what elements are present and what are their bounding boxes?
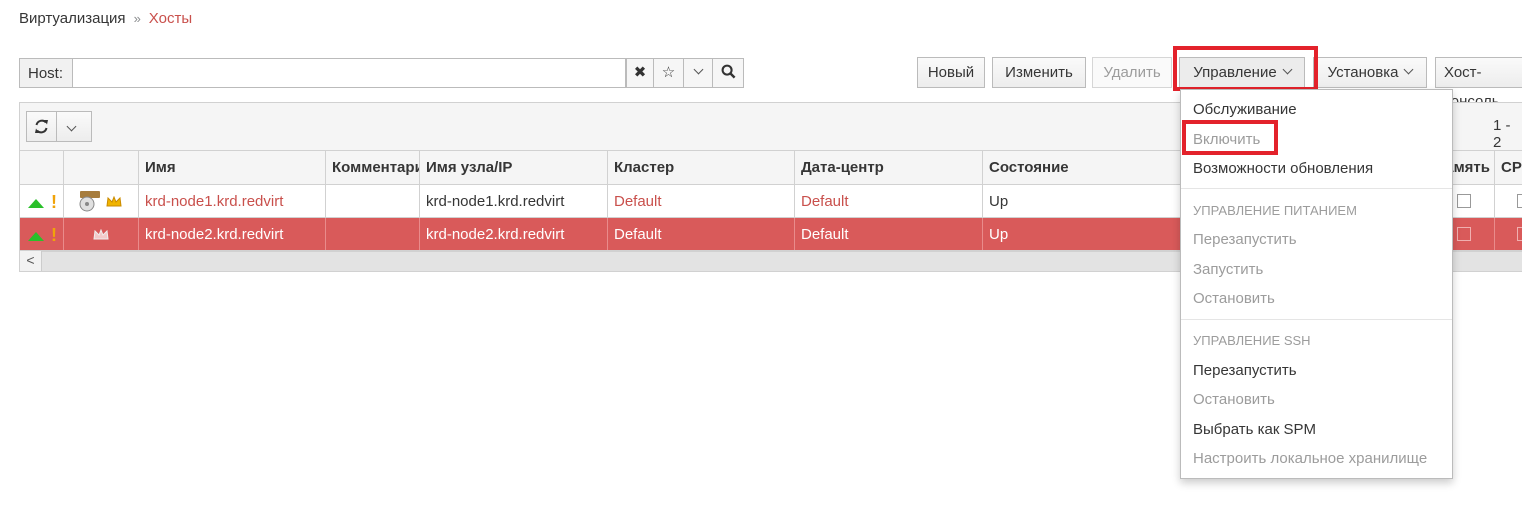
breadcrumb-root[interactable]: Виртуализация	[19, 10, 126, 27]
chevron-down-icon	[1404, 64, 1414, 75]
warning-icon: !	[51, 225, 57, 245]
bookmarks-dropdown-button[interactable]	[684, 58, 713, 88]
menu-item-ssh-restart[interactable]: Перезапустить	[1193, 362, 1297, 379]
host-name-link[interactable]: krd-node1.krd.redvirt	[139, 185, 326, 217]
installation-dropdown-button[interactable]: Установка	[1313, 57, 1427, 88]
icons-column-header	[64, 151, 139, 184]
host-up-icon	[28, 199, 44, 208]
bookmark-button[interactable]: ☆	[654, 58, 684, 88]
column-header-name[interactable]: Имя	[139, 151, 326, 184]
comment-cell	[326, 218, 420, 250]
menu-item-ssh-stop[interactable]: Остановить	[1193, 391, 1275, 408]
search-input[interactable]	[72, 58, 626, 88]
installation-label: Установка	[1327, 64, 1399, 81]
host-address-cell: krd-node2.krd.redvirt	[420, 218, 608, 250]
cluster-link[interactable]: Default	[608, 185, 795, 217]
chevron-down-icon	[693, 64, 703, 75]
status-cell: !	[20, 185, 64, 217]
host-address-cell: krd-node1.krd.redvirt	[420, 185, 608, 217]
menu-item-select-spm[interactable]: Выбрать как SPM	[1193, 421, 1316, 438]
menu-item-power-stop[interactable]: Остановить	[1193, 290, 1275, 307]
column-header-comment[interactable]: Комментарий	[326, 151, 420, 184]
memory-checkbox	[1457, 227, 1471, 241]
search-button[interactable]	[713, 58, 744, 88]
annotation-highlight-box	[1182, 120, 1278, 155]
warning-icon: !	[51, 192, 57, 212]
host-icons-cell	[64, 218, 139, 250]
host-icons-cell	[64, 185, 139, 217]
scroll-left-button[interactable]: <	[20, 251, 42, 271]
pager-range: 1 - 2	[1493, 117, 1511, 151]
spm-crown-icon	[93, 229, 109, 240]
host-name-link[interactable]: krd-node2.krd.redvirt	[139, 218, 326, 250]
comment-cell	[326, 185, 420, 217]
host-console-button[interactable]: Хост-консоль	[1435, 57, 1522, 110]
cpu-checkbox	[1517, 194, 1522, 208]
breadcrumb-separator: »	[133, 11, 141, 26]
column-header-cpu[interactable]: CPU	[1495, 151, 1522, 184]
datacenter-link[interactable]: Default	[795, 218, 983, 250]
column-header-cluster[interactable]: Кластер	[608, 151, 795, 184]
refresh-rate-dropdown[interactable]	[57, 111, 92, 142]
search-prefix-label: Host:	[19, 58, 72, 88]
menu-item-power-start[interactable]: Запустить	[1193, 261, 1263, 278]
search-icon	[721, 64, 735, 79]
storage-disk-icon	[79, 191, 100, 212]
menu-divider	[1181, 319, 1452, 320]
chevron-down-icon	[66, 121, 77, 132]
menu-header-power: УПРАВЛЕНИЕ ПИТАНИЕМ	[1193, 203, 1357, 218]
menu-header-ssh: УПРАВЛЕНИЕ SSH	[1193, 333, 1311, 348]
breadcrumb-current: Хосты	[148, 10, 193, 27]
spm-crown-icon	[106, 196, 122, 207]
column-header-host[interactable]: Имя узла/IP	[420, 151, 608, 184]
host-up-icon	[28, 232, 44, 241]
breadcrumb: Виртуализация » Хосты	[19, 10, 192, 27]
edit-host-button[interactable]: Изменить	[992, 57, 1086, 88]
chevron-left-icon: <	[26, 252, 35, 268]
menu-item-maintenance[interactable]: Обслуживание	[1193, 101, 1297, 118]
status-cell: !	[20, 218, 64, 250]
menu-item-check-upgrade[interactable]: Возможности обновления	[1193, 160, 1373, 177]
column-header-datacenter[interactable]: Дата-центр	[795, 151, 983, 184]
cpu-checkbox	[1517, 227, 1522, 241]
menu-divider	[1181, 188, 1452, 189]
memory-checkbox	[1457, 194, 1471, 208]
clear-search-button[interactable]: ✖	[626, 58, 654, 88]
close-icon: ✖	[633, 64, 647, 81]
menu-item-power-restart[interactable]: Перезапустить	[1193, 231, 1297, 248]
datacenter-link[interactable]: Default	[795, 185, 983, 217]
refresh-icon	[35, 119, 48, 134]
menu-item-local-storage[interactable]: Настроить локальное хранилище	[1193, 450, 1427, 467]
annotation-highlight-box	[1173, 46, 1318, 91]
new-host-button[interactable]: Новый	[917, 57, 985, 88]
status-column-header	[20, 151, 64, 184]
remove-host-button[interactable]: Удалить	[1092, 57, 1172, 88]
cluster-link[interactable]: Default	[608, 218, 795, 250]
star-icon: ☆	[661, 64, 676, 81]
refresh-button[interactable]	[26, 111, 57, 142]
